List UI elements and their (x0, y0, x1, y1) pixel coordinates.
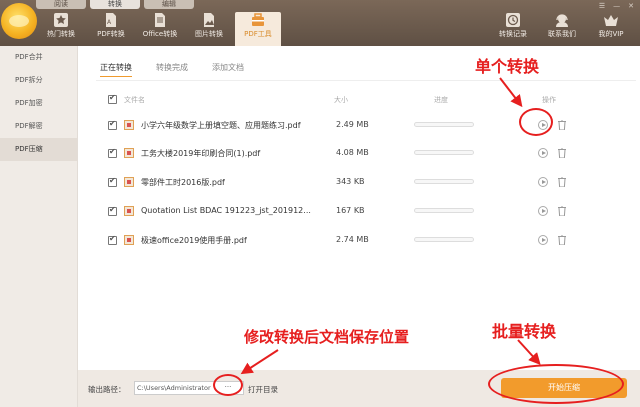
arrow-to-play (499, 77, 523, 108)
arrow-to-browse (240, 349, 279, 375)
annotation-arrows (240, 77, 541, 375)
arrow-to-start (517, 339, 541, 365)
